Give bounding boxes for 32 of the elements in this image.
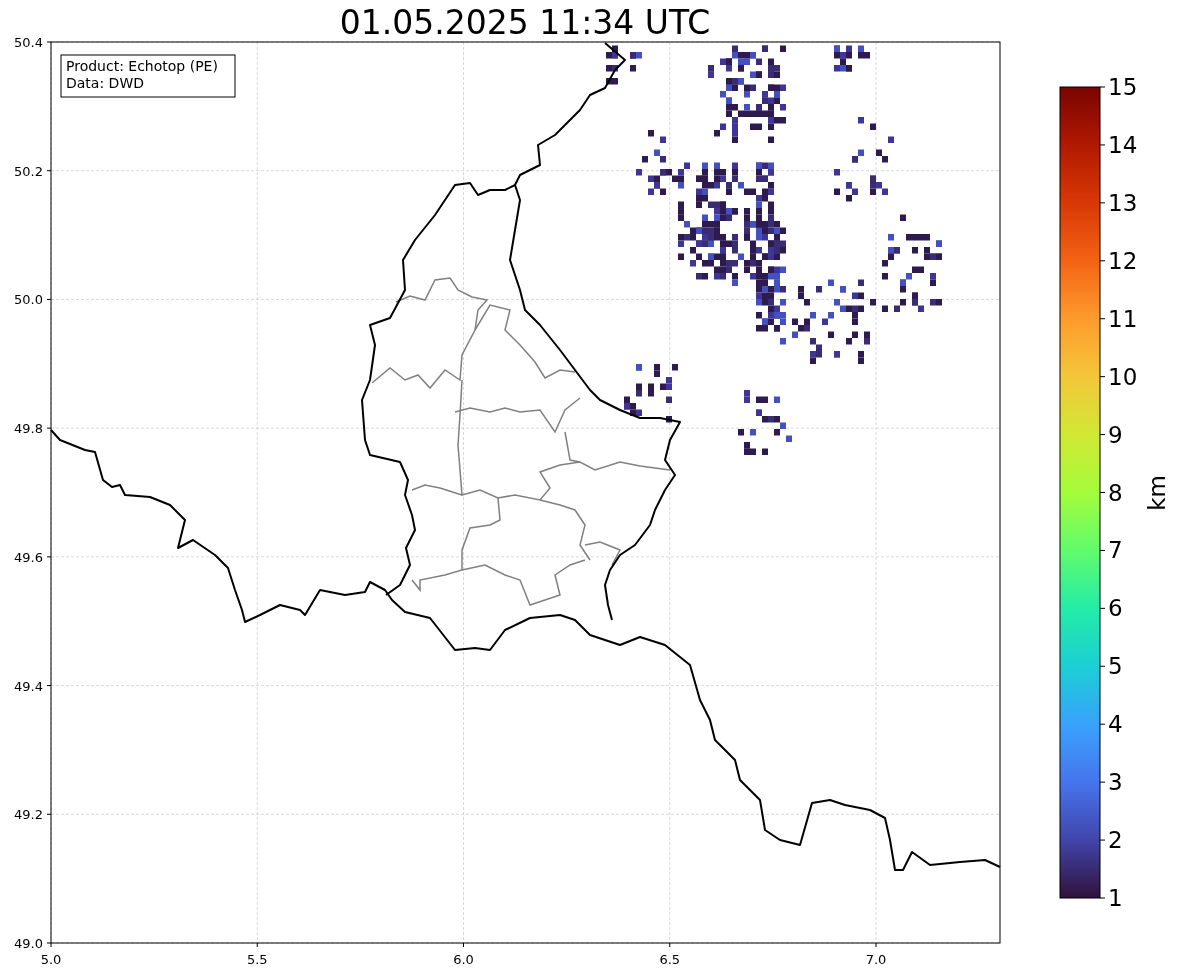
colorbar-label: km bbox=[1144, 475, 1170, 511]
colorbar-tick-label: 13 bbox=[1108, 189, 1138, 216]
info-text: Product: Echotop (PE) bbox=[66, 58, 218, 74]
colorbar-tick-label: 15 bbox=[1108, 74, 1138, 100]
colorbar-tick-label: 7 bbox=[1108, 537, 1123, 564]
colorbar-tick-label: 8 bbox=[1108, 479, 1123, 506]
y-tick-label: 50.0 bbox=[14, 292, 43, 308]
colorbar-tick-label: 5 bbox=[1108, 653, 1123, 680]
colorbar-tick-label: 1 bbox=[1108, 885, 1123, 911]
y-tick-label: 50.4 bbox=[14, 35, 43, 50]
y-tick-label: 49.2 bbox=[14, 807, 43, 823]
colorbar-tick-label: 4 bbox=[1108, 711, 1123, 738]
colorbar-tick-label: 11 bbox=[1108, 305, 1138, 332]
y-tick-label: 50.2 bbox=[14, 163, 43, 179]
y-tick-label: 49.0 bbox=[14, 936, 43, 951]
y-tick-label: 49.6 bbox=[14, 549, 43, 565]
colorbar-tick-label: 9 bbox=[1108, 421, 1123, 448]
colorbar-tick-label: 2 bbox=[1108, 827, 1123, 854]
x-tick-label: 5.0 bbox=[40, 952, 62, 967]
y-tick-label: 49.4 bbox=[14, 678, 43, 694]
chart-title: 01.05.2025 11:34 UTC bbox=[339, 3, 711, 42]
colorbar-tick-label: 14 bbox=[1108, 131, 1138, 158]
info-text: Data: DWD bbox=[66, 75, 144, 91]
colorbar-tick-label: 12 bbox=[1108, 247, 1138, 274]
x-tick-label: 7.0 bbox=[865, 952, 887, 967]
colorbar-tick-label: 10 bbox=[1108, 363, 1138, 390]
y-tick-label: 49.8 bbox=[14, 421, 43, 437]
colorbar-tick-label: 3 bbox=[1108, 769, 1123, 796]
colorbar-tick-label: 6 bbox=[1108, 595, 1123, 622]
x-tick-label: 6.0 bbox=[453, 952, 474, 967]
x-tick-label: 5.5 bbox=[246, 952, 268, 967]
x-tick-label: 6.5 bbox=[659, 952, 681, 967]
